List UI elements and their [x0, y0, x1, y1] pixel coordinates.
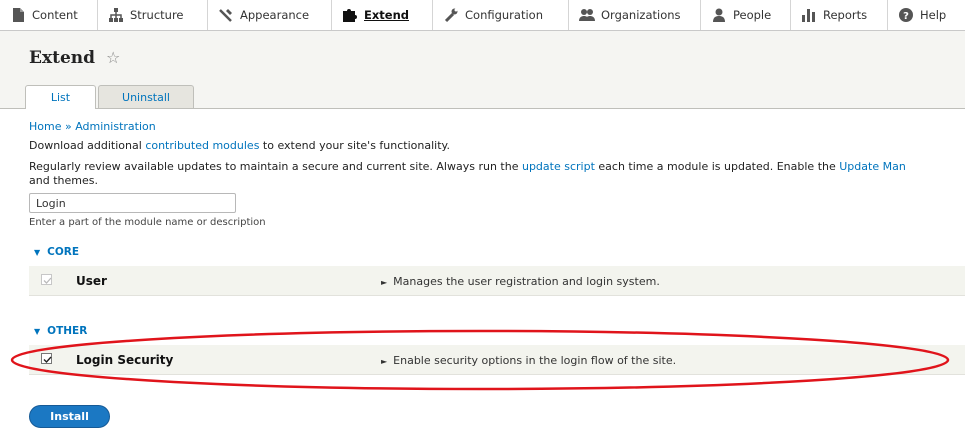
- star-icon[interactable]: ☆: [106, 48, 120, 67]
- module-description-login-security[interactable]: ► Enable security options in the login fl…: [381, 354, 676, 367]
- module-description-text: Enable security options in the login flo…: [393, 354, 677, 367]
- intro-line-2: Regularly review available updates to ma…: [29, 160, 906, 173]
- breadcrumb-separator: »: [61, 120, 76, 133]
- wrench-icon: [443, 7, 459, 23]
- bar-chart-icon: [801, 7, 817, 23]
- toolbar-item-content[interactable]: Content: [0, 0, 98, 30]
- toolbar-item-people[interactable]: People: [701, 0, 791, 30]
- group-other-toggle[interactable]: ▼ OTHER: [34, 325, 87, 337]
- person-icon: [711, 7, 727, 23]
- toolbar-item-configuration[interactable]: Configuration: [433, 0, 569, 30]
- tab-uninstall[interactable]: Uninstall: [98, 85, 194, 108]
- toolbar-item-help[interactable]: ? Help: [888, 0, 965, 30]
- group-other-label: OTHER: [47, 325, 88, 337]
- update-script-link[interactable]: update script: [522, 160, 595, 173]
- intro-line-3: and themes.: [29, 174, 98, 187]
- group-core-toggle[interactable]: ▼ CORE: [34, 246, 79, 258]
- page-icon: [10, 7, 26, 23]
- sitemap-icon: [108, 7, 124, 23]
- page-title: Extend: [29, 48, 96, 68]
- triangle-down-icon: ▼: [34, 248, 41, 257]
- svg-text:?: ?: [903, 11, 909, 22]
- install-button[interactable]: Install: [29, 405, 110, 428]
- breadcrumb-home[interactable]: Home: [29, 120, 61, 133]
- filter-help-text: Enter a part of the module name or descr…: [29, 217, 266, 228]
- intro-text: Regularly review available updates to ma…: [29, 160, 522, 173]
- module-description-user[interactable]: ► Manages the user registration and login…: [381, 275, 660, 288]
- toolbar-item-structure[interactable]: Structure: [98, 0, 208, 30]
- puzzle-icon: [342, 7, 358, 23]
- module-checkbox-user[interactable]: [41, 274, 52, 285]
- module-checkbox-login-security[interactable]: [41, 353, 52, 364]
- intro-line-1: Download additional contributed modules …: [29, 139, 450, 152]
- breadcrumb-administration[interactable]: Administration: [75, 120, 156, 133]
- module-name-login-security: Login Security: [76, 353, 174, 367]
- module-row-login-security: Login Security ► Enable security options …: [29, 345, 965, 375]
- breadcrumb: Home » Administration: [29, 120, 156, 133]
- triangle-down-icon: ▼: [34, 327, 41, 336]
- tab-list[interactable]: List: [25, 85, 96, 109]
- page-header: Extend ☆ List Uninstall: [0, 31, 965, 109]
- group-icon: [579, 7, 595, 23]
- intro-text: Download additional: [29, 139, 146, 152]
- module-filter-input[interactable]: [29, 193, 236, 213]
- update-manager-link[interactable]: Update Man: [839, 160, 906, 173]
- group-core-label: CORE: [47, 246, 80, 258]
- wrench-brush-icon: [218, 7, 234, 23]
- help-icon: ?: [898, 7, 914, 23]
- admin-toolbar: Content Structure Appearance Extend Conf…: [0, 0, 965, 31]
- triangle-right-icon: ►: [381, 278, 388, 287]
- triangle-right-icon: ►: [381, 357, 388, 366]
- module-name-user: User: [76, 274, 107, 288]
- module-description-text: Manages the user registration and login …: [393, 275, 660, 288]
- toolbar-item-organizations[interactable]: Organizations: [569, 0, 701, 30]
- module-row-user: User ► Manages the user registration and …: [29, 266, 965, 296]
- contributed-modules-link[interactable]: contributed modules: [145, 139, 259, 152]
- toolbar-item-reports[interactable]: Reports: [791, 0, 888, 30]
- toolbar-item-extend[interactable]: Extend: [332, 0, 433, 30]
- intro-text: to extend your site's functionality.: [259, 139, 450, 152]
- toolbar-item-appearance[interactable]: Appearance: [208, 0, 332, 30]
- intro-text: each time a module is updated. Enable th…: [594, 160, 840, 173]
